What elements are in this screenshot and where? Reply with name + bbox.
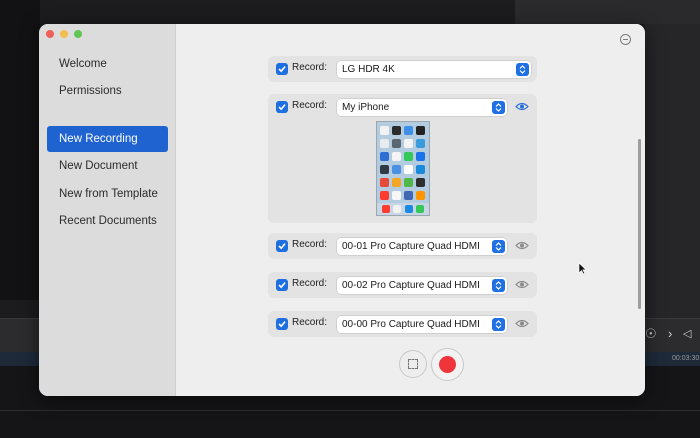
app-icon [416, 191, 425, 200]
iphone-preview [376, 121, 430, 216]
device-select-value: 00-00 Pro Capture Quad HDMI [342, 319, 480, 330]
background-app-right-panel [645, 24, 700, 319]
record-checkbox[interactable] [276, 240, 288, 252]
app-icon [381, 205, 390, 213]
device-select-value: 00-02 Pro Capture Quad HDMI [342, 280, 480, 291]
background-app-left-area [0, 0, 40, 300]
vertical-scrollbar[interactable] [638, 139, 641, 309]
app-icon [416, 126, 425, 135]
app-icon [380, 152, 389, 161]
app-icon [404, 126, 413, 135]
sidebar-item-permissions[interactable]: Permissions [47, 78, 168, 104]
screenshot-button[interactable] [399, 350, 427, 378]
app-icon [416, 152, 425, 161]
select-chevron-icon [492, 318, 505, 331]
record-label: Record: [292, 239, 328, 250]
chevron-right-icon[interactable]: › [668, 326, 672, 341]
sidebar-item-welcome[interactable]: Welcome [47, 51, 168, 77]
dashed-square-icon [408, 359, 418, 369]
record-label: Record: [292, 62, 328, 73]
close-window-button[interactable] [46, 30, 54, 38]
device-select[interactable]: My iPhone [337, 99, 507, 116]
sidebar-item-new-document[interactable]: New Document [47, 153, 168, 179]
minus-circle-icon[interactable] [620, 34, 631, 45]
select-chevron-icon [492, 240, 505, 253]
app-icon-grid [380, 126, 428, 213]
mouse-cursor-icon [578, 262, 587, 275]
app-icon [404, 152, 413, 161]
device-select-value: 00-01 Pro Capture Quad HDMI [342, 241, 480, 252]
sidebar-item-new-recording[interactable]: New Recording [47, 126, 168, 152]
app-icon [404, 205, 413, 213]
source-row-my-iphone: Record: My iPhone [268, 94, 537, 223]
recording-sources-panel: Record: LG HDR 4K Record: My iPhone Reco… [176, 24, 645, 396]
device-select-value: My iPhone [342, 102, 390, 113]
headphones-icon[interactable]: ☉ [645, 326, 657, 342]
minimize-window-button[interactable] [60, 30, 68, 38]
device-select[interactable]: 00-01 Pro Capture Quad HDMI [337, 238, 507, 255]
new-recording-window: Welcome Permissions New Recording New Do… [39, 24, 645, 396]
device-select[interactable]: 00-00 Pro Capture Quad HDMI [337, 316, 507, 333]
select-chevron-icon [492, 101, 505, 114]
select-chevron-icon [492, 279, 505, 292]
record-dot-icon [439, 356, 456, 373]
device-select-value: LG HDR 4K [342, 64, 395, 75]
app-icon [380, 178, 389, 187]
app-icon [380, 165, 389, 174]
device-select[interactable]: 00-02 Pro Capture Quad HDMI [337, 277, 507, 294]
app-icon [393, 205, 402, 213]
app-icon [392, 178, 401, 187]
record-label: Record: [292, 278, 328, 289]
app-icon [392, 191, 401, 200]
source-row-pro-capture-00-00: Record: 00-00 Pro Capture Quad HDMI [268, 311, 537, 337]
app-icon [404, 165, 413, 174]
zoom-window-button[interactable] [74, 30, 82, 38]
app-icon [416, 205, 425, 213]
source-row-pro-capture-00-02: Record: 00-02 Pro Capture Quad HDMI [268, 272, 537, 298]
source-row-lg-hdr-4k: Record: LG HDR 4K [268, 56, 537, 82]
record-checkbox[interactable] [276, 318, 288, 330]
background-app-top-bar [515, 0, 700, 24]
app-icon [392, 139, 401, 148]
eye-icon[interactable] [515, 280, 529, 289]
app-icon [416, 165, 425, 174]
sidebar-item-new-from-template[interactable]: New from Template [47, 181, 168, 207]
app-icon [404, 178, 413, 187]
select-chevron-icon [516, 63, 529, 76]
app-icon [416, 178, 425, 187]
record-checkbox[interactable] [276, 63, 288, 75]
app-icon [380, 126, 389, 135]
device-select[interactable]: LG HDR 4K [337, 61, 531, 78]
speaker-icon[interactable]: ◁ [683, 327, 691, 340]
app-icon [392, 152, 401, 161]
track-divider [0, 410, 700, 411]
timeline-timecode: 00:03:30 [672, 355, 700, 362]
record-label: Record: [292, 317, 328, 328]
source-row-pro-capture-00-01: Record: 00-01 Pro Capture Quad HDMI [268, 233, 537, 259]
iphone-dock [377, 203, 429, 215]
sidebar: Welcome Permissions New Recording New Do… [39, 24, 176, 396]
app-icon [380, 139, 389, 148]
record-button[interactable] [431, 348, 464, 381]
eye-icon[interactable] [515, 102, 529, 111]
record-checkbox[interactable] [276, 279, 288, 291]
record-label: Record: [292, 100, 328, 111]
record-checkbox[interactable] [276, 101, 288, 113]
app-icon [404, 139, 413, 148]
sidebar-item-recent-documents[interactable]: Recent Documents [47, 208, 168, 234]
eye-icon[interactable] [515, 241, 529, 250]
eye-icon[interactable] [515, 319, 529, 328]
app-icon [392, 165, 401, 174]
app-icon [392, 126, 401, 135]
app-icon [380, 191, 389, 200]
app-icon [416, 139, 425, 148]
app-icon [404, 191, 413, 200]
